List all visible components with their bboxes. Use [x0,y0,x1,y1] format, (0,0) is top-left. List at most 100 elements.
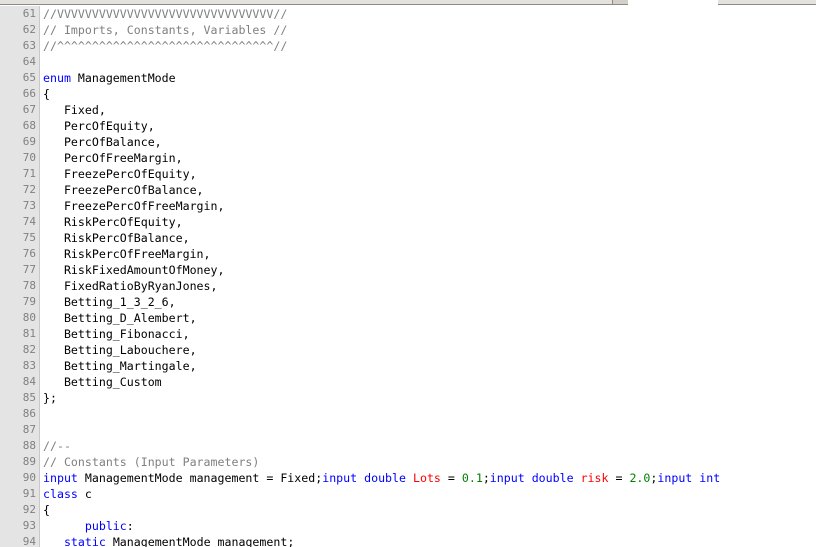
line-number: 75 [22,231,36,244]
code-token: { [43,503,50,517]
code-token: //^^^^^^^^^^^^^^^^^^^^^^^^^^^^^^^// [43,39,288,53]
code-token: //-- [43,439,71,453]
code-text: class c [43,486,92,502]
line-number: 63 [22,39,36,52]
code-token: = [440,471,462,485]
code-line[interactable]: 82 Betting_Labouchere, [0,342,816,358]
line-number: 81 [22,327,36,340]
code-line[interactable]: 85}; [0,390,816,406]
code-line[interactable]: 71 FreezePercOfEquity, [0,166,816,182]
code-line[interactable]: 78 FixedRatioByRyanJones, [0,278,816,294]
line-number: 71 [22,167,36,180]
code-editor[interactable]: 61 //VVVVVVVVVVVVVVVVVVVVVVVVVVVVVVV// 62 /… [0,6,816,547]
code-line[interactable]: 91 class c [0,486,816,502]
code-token: PercOfBalance, [43,135,162,149]
line-number: 69 [22,135,36,148]
code-text: RiskPercOfBalance, [43,230,190,246]
code-token: ManagementMode management; [105,535,295,547]
code-line[interactable]: 88 //-- [0,438,816,454]
code-token: 2.0 [629,471,651,485]
code-line[interactable]: 70 PercOfFreeMargin, [0,150,816,166]
code-token: input [657,471,693,485]
code-token: class [43,487,78,501]
tab[interactable] [372,0,473,4]
code-text: //^^^^^^^^^^^^^^^^^^^^^^^^^^^^^^^// [43,38,287,54]
code-token: ManagementMode management = Fixed; [77,471,323,485]
tab[interactable] [0,0,93,4]
line-number: 79 [22,295,36,308]
tab[interactable] [282,0,373,4]
code-line[interactable]: 75 RiskPercOfBalance, [0,230,816,246]
code-line[interactable]: 64 [0,54,816,70]
tab[interactable] [718,0,816,4]
code-text: FreezePercOfEquity, [43,166,197,182]
code-token: PercOfEquity, [43,119,155,133]
code-line[interactable]: 89 // Constants (Input Parameters) [0,454,816,470]
code-line[interactable]: 77 RiskFixedAmountOfMoney, [0,262,816,278]
code-line[interactable]: 62 // Imports, Constants, Variables // [0,22,816,38]
code-token: 0.1 [461,471,483,485]
code-line[interactable]: 66 { [0,86,816,102]
code-line[interactable]: 81 Betting_Fibonacci, [0,326,816,342]
tab[interactable] [472,0,613,4]
line-number: 76 [22,247,36,260]
code-line[interactable]: 67 Fixed, [0,102,816,118]
code-line[interactable]: 65 enum ManagementMode [0,70,816,86]
line-number: 77 [22,263,36,276]
code-line[interactable]: 61 //VVVVVVVVVVVVVVVVVVVVVVVVVVVVVVV// [0,6,816,22]
code-line[interactable]: 72 FreezePercOfBalance, [0,182,816,198]
code-token: // Constants (Input Parameters) [43,455,260,469]
code-line[interactable]: 74 RiskPercOfEquity, [0,214,816,230]
code-line[interactable]: 86 [0,406,816,422]
line-number: 65 [22,71,36,84]
code-line[interactable]: 87 [0,422,816,438]
line-number: 84 [22,375,36,388]
line-number: 66 [22,87,36,100]
code-line[interactable]: 79 Betting_1_3_2_6, [0,294,816,310]
code-text: Fixed, [43,102,106,118]
code-line[interactable]: 69 PercOfBalance, [0,134,816,150]
code-line[interactable]: 84 Betting_Custom [0,374,816,390]
code-token: FixedRatioByRyanJones, [43,279,218,293]
code-line[interactable]: 63 //^^^^^^^^^^^^^^^^^^^^^^^^^^^^^^^// [0,38,816,54]
line-number: 88 [22,439,36,452]
code-text: PercOfBalance, [43,134,162,150]
code-line[interactable]: 73 FreezePercOfFreeMargin, [0,198,816,214]
line-number: 74 [22,215,36,228]
code-line[interactable]: 80 Betting_D_Alembert, [0,310,816,326]
code-text: Betting_Custom [43,374,162,390]
line-number: 91 [22,487,36,500]
code-text: input ManagementMode management = Fixed;… [43,470,720,486]
code-token: Betting_Labouchere, [43,343,197,357]
code-line[interactable]: 94 static ManagementMode management; [0,534,816,547]
code-text: RiskPercOfFreeMargin, [43,246,211,262]
line-number: 94 [22,535,36,547]
tab-active[interactable] [628,0,719,5]
code-token: risk [580,471,609,485]
code-token: RiskFixedAmountOfMoney, [43,263,225,277]
code-line[interactable]: 92 { [0,502,816,518]
code-line[interactable]: 76 RiskPercOfFreeMargin, [0,246,816,262]
code-line[interactable]: 68 PercOfEquity, [0,118,816,134]
code-line[interactable]: 93 public: [0,518,816,534]
line-number: 85 [22,391,36,404]
code-text: // Constants (Input Parameters) [43,454,259,470]
tab[interactable] [92,0,183,4]
code-text: Betting_Labouchere, [43,342,197,358]
tab[interactable] [182,0,283,4]
code-token: public [84,519,127,533]
code-token: c [77,487,92,501]
document-tab-strip [0,0,816,5]
line-number: 68 [22,119,36,132]
line-number: 83 [22,359,36,372]
code-token: RiskPercOfBalance, [43,231,190,245]
code-text: Betting_D_Alembert, [43,310,197,326]
code-line[interactable]: 90 input ManagementMode management = Fixe… [0,470,816,486]
code-token: ; [482,471,490,485]
code-line[interactable]: 83 Betting_Martingale, [0,358,816,374]
line-number: 87 [22,423,36,436]
